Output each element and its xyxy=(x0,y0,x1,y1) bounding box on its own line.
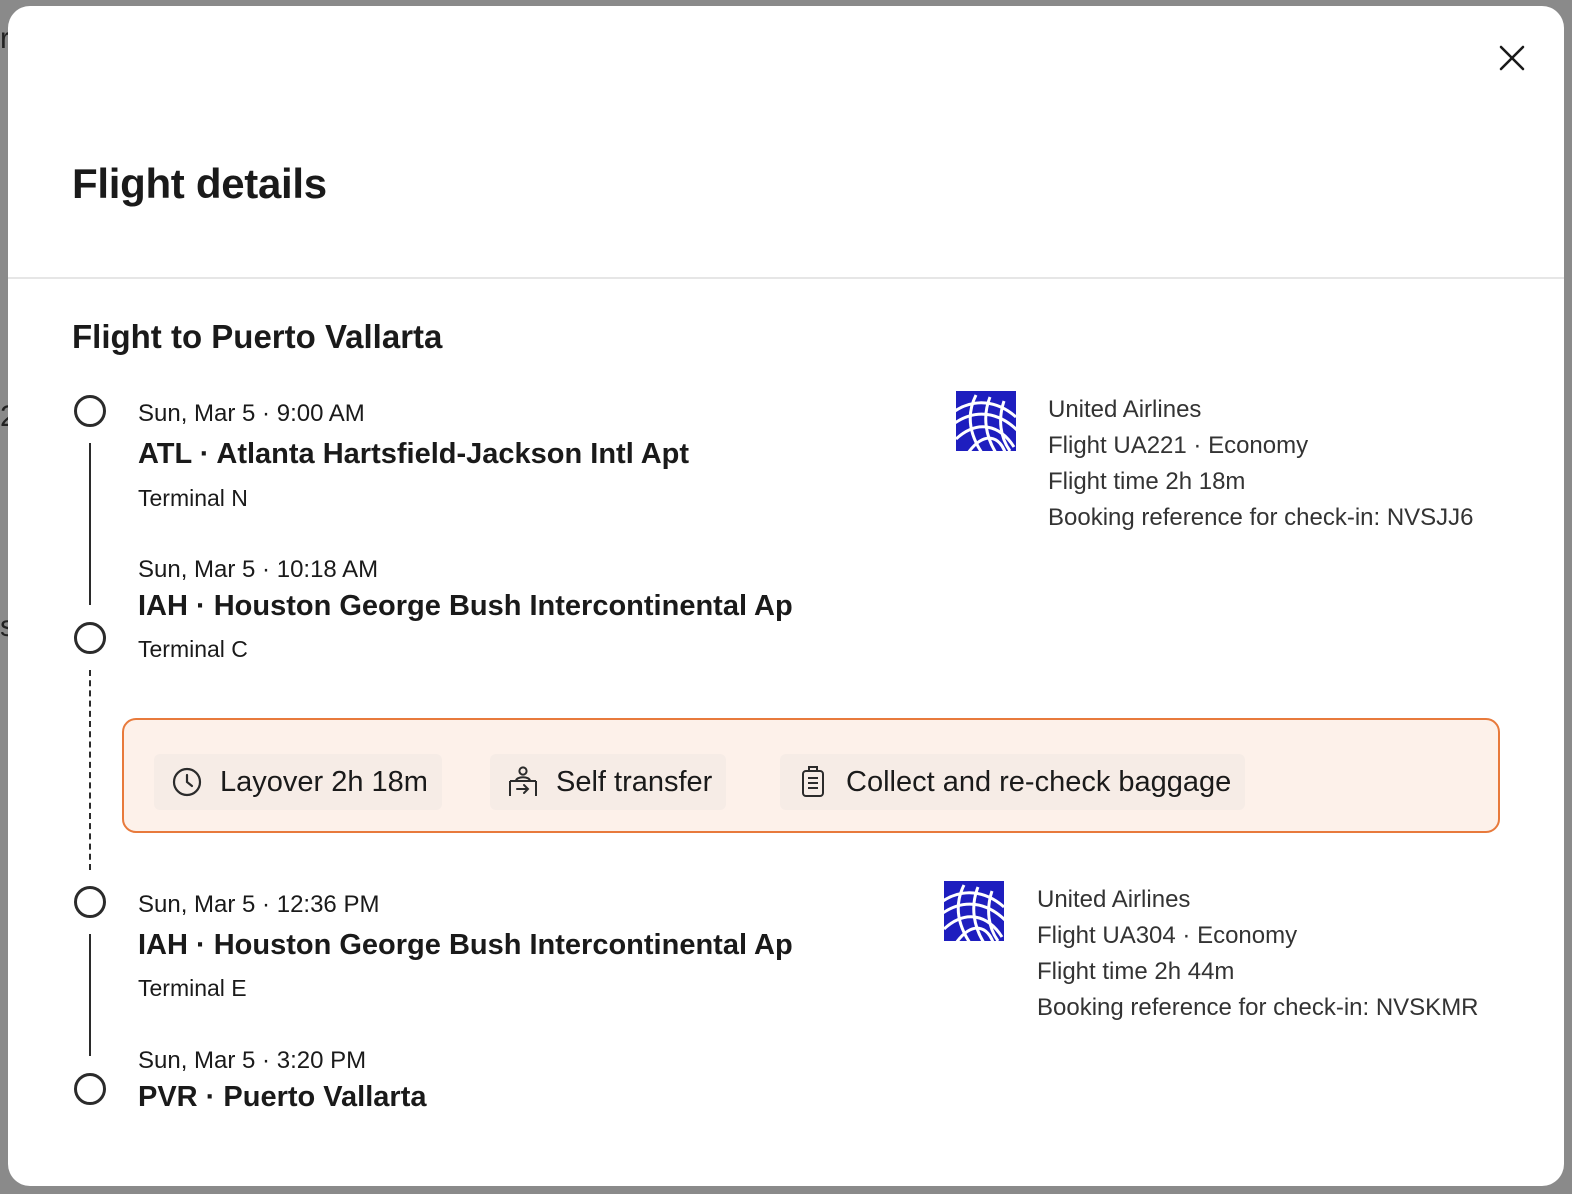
layover-timeline-dashed-line xyxy=(89,670,91,870)
united-airlines-logo-icon xyxy=(944,881,1004,941)
segment-arrival-terminal: Terminal C xyxy=(138,636,248,662)
self-transfer-label: Self transfer xyxy=(556,765,713,798)
flight-duration: Flight time 2h 44m xyxy=(1037,958,1235,985)
carrier-info: United Airlines Flight UA304 · Economy F… xyxy=(1037,882,1479,1026)
flight-duration: Flight time 2h 18m xyxy=(1048,468,1246,495)
segment-arrival-time: Sun, Mar 5 · 10:18 AM xyxy=(138,556,379,583)
departure-timeline-node xyxy=(74,886,106,918)
segment-departure-airport: ATL · Atlanta Hartsfield-Jackson Intl Ap… xyxy=(138,438,690,470)
united-airlines-logo-icon xyxy=(956,391,1016,451)
segment-departure-airport: IAH · Houston George Bush Intercontinent… xyxy=(138,929,793,961)
close-button[interactable] xyxy=(1496,42,1528,74)
airline-name: United Airlines xyxy=(1037,886,1191,913)
layover-duration-label: Layover 2h 18m xyxy=(220,765,428,798)
flight-details-modal: Flight details Flight to Puerto Vallarta… xyxy=(8,6,1564,1186)
flight-timeline-line xyxy=(89,934,91,1056)
arrival-timeline-node xyxy=(74,622,106,654)
segment-arrival-time: Sun, Mar 5 · 3:20 PM xyxy=(138,1047,367,1074)
baggage-label: Collect and re-check baggage xyxy=(846,765,1232,798)
flight-number-class: Flight UA304 · Economy xyxy=(1037,922,1298,949)
layover-duration-chip: Layover 2h 18m xyxy=(154,754,442,810)
self-transfer-chip: Self transfer xyxy=(490,754,727,810)
baggage-icon xyxy=(796,765,830,799)
segment-departure-terminal: Terminal E xyxy=(138,975,247,1001)
segment-departure-time: Sun, Mar 5 · 12:36 PM xyxy=(138,891,380,918)
baggage-chip: Collect and re-check baggage xyxy=(780,754,1246,810)
segment-arrival-airport: IAH · Houston George Bush Intercontinent… xyxy=(138,590,793,622)
trip-section-title: Flight to Puerto Vallarta xyxy=(72,318,443,355)
arrival-timeline-node xyxy=(74,1073,106,1105)
self-transfer-icon xyxy=(506,765,540,799)
layover-banner: Layover 2h 18m Self transfer Collect and… xyxy=(122,718,1500,833)
airline-name: United Airlines xyxy=(1048,396,1202,423)
departure-timeline-node xyxy=(74,395,106,427)
flight-number-class: Flight UA221 · Economy xyxy=(1048,432,1309,459)
segment-arrival-airport: PVR · Puerto Vallarta xyxy=(138,1081,427,1113)
flight-timeline-line xyxy=(89,443,91,605)
clock-icon xyxy=(170,765,204,799)
booking-reference: Booking reference for check-in: NVSKMR xyxy=(1037,994,1479,1021)
close-icon xyxy=(1499,45,1525,71)
booking-reference: Booking reference for check-in: NVSJJ6 xyxy=(1048,504,1474,531)
segment-departure-time: Sun, Mar 5 · 9:00 AM xyxy=(138,400,365,427)
segment-departure-terminal: Terminal N xyxy=(138,485,248,511)
carrier-info: United Airlines Flight UA221 · Economy F… xyxy=(1048,392,1474,536)
modal-title: Flight details xyxy=(72,160,327,207)
header-divider xyxy=(8,277,1564,279)
